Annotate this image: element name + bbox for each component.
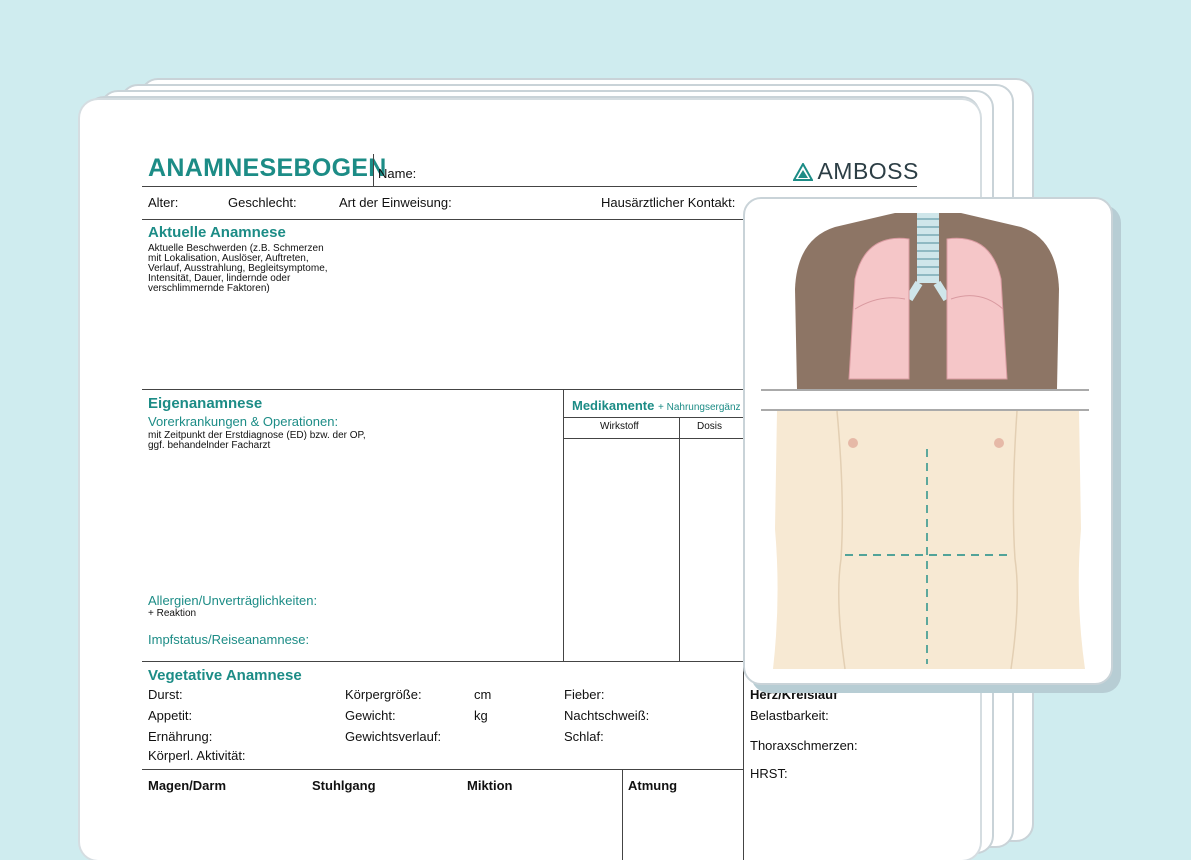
unit-kg: kg <box>474 708 488 723</box>
durst-label: Durst: <box>148 687 183 702</box>
impfstatus-label: Impfstatus/Reiseanamnese: <box>148 632 310 647</box>
geschlecht-label: Geschlecht: <box>228 195 297 210</box>
eigenanamnese-heading: Eigenanamnese <box>148 395 263 412</box>
magen-darm-heading: Magen/Darm <box>148 778 227 793</box>
aktivitaet-label: Körperl. Aktivität: <box>148 748 246 763</box>
vorerkrankungen-description: mit Zeitpunkt der Erstdiagnose (ED) bzw.… <box>148 431 366 451</box>
aktuelle-line: verschlimmernde Faktoren) <box>148 283 270 294</box>
logo-text: AMBOSS <box>817 158 919 184</box>
amboss-logo-icon <box>792 161 814 181</box>
herz-kreislauf-heading: Herz/Kreislauf <box>750 687 838 702</box>
einweisung-label: Art der Einweisung: <box>339 195 452 210</box>
koerpergroesse-label: Körpergröße: <box>345 687 422 702</box>
nachtschweiss-label: Nachtschweiß: <box>564 708 650 723</box>
alter-label: Alter: <box>148 195 179 210</box>
belastbarkeit-label: Belastbarkeit: <box>750 708 829 723</box>
amboss-logo: AMBOSS <box>792 158 919 185</box>
anatomy-illustration-card <box>743 197 1113 685</box>
allergien-label: Allergien/Unverträglichkeiten: <box>148 593 318 608</box>
hrst-label: HRST: <box>750 766 788 781</box>
thoraxschmerzen-label: Thoraxschmerzen: <box>750 738 858 753</box>
gewicht-label: Gewicht: <box>345 708 396 723</box>
form-title: ANAMNESEBOGEN <box>148 154 387 182</box>
miktion-heading: Miktion <box>467 778 513 793</box>
fieber-label: Fieber: <box>564 687 605 702</box>
medikamente-heading: Medikamente + Nahrungsergänz <box>572 398 741 413</box>
appetit-label: Appetit: <box>148 708 193 723</box>
wirkstoff-column-header: Wirkstoff <box>600 421 639 432</box>
gewichtsverlauf-label: Gewichtsverlauf: <box>345 729 442 744</box>
unit-cm: cm <box>474 687 492 702</box>
schlaf-label: Schlaf: <box>564 729 604 744</box>
reaktion-label: + Reaktion <box>148 608 197 619</box>
stuhlgang-heading: Stuhlgang <box>312 778 376 793</box>
eigen-line: ggf. behandelnder Facharzt <box>148 440 271 451</box>
dosis-column-header: Dosis <box>697 421 723 432</box>
medikamente-title: Medikamente <box>572 398 655 413</box>
ernaehrung-label: Ernährung: <box>148 729 213 744</box>
front-torso <box>773 411 1085 669</box>
aktuelle-anamnese-description: Aktuelle Beschwerden (z.B. Schmerzen mit… <box>148 244 328 294</box>
aktuelle-anamnese-heading: Aktuelle Anamnese <box>148 224 286 241</box>
vegetative-anamnese-heading: Vegetative Anamnese <box>148 667 302 684</box>
anatomy-illustration <box>761 213 1089 670</box>
name-label: Name: <box>378 166 417 181</box>
vorerkrankungen-subheading: Vorerkrankungen & Operationen: <box>148 414 339 429</box>
medikamente-suffix: + Nahrungsergänz <box>658 402 741 413</box>
hausarzt-label: Hausärztlicher Kontakt: <box>601 195 736 210</box>
atmung-heading: Atmung <box>628 778 678 793</box>
